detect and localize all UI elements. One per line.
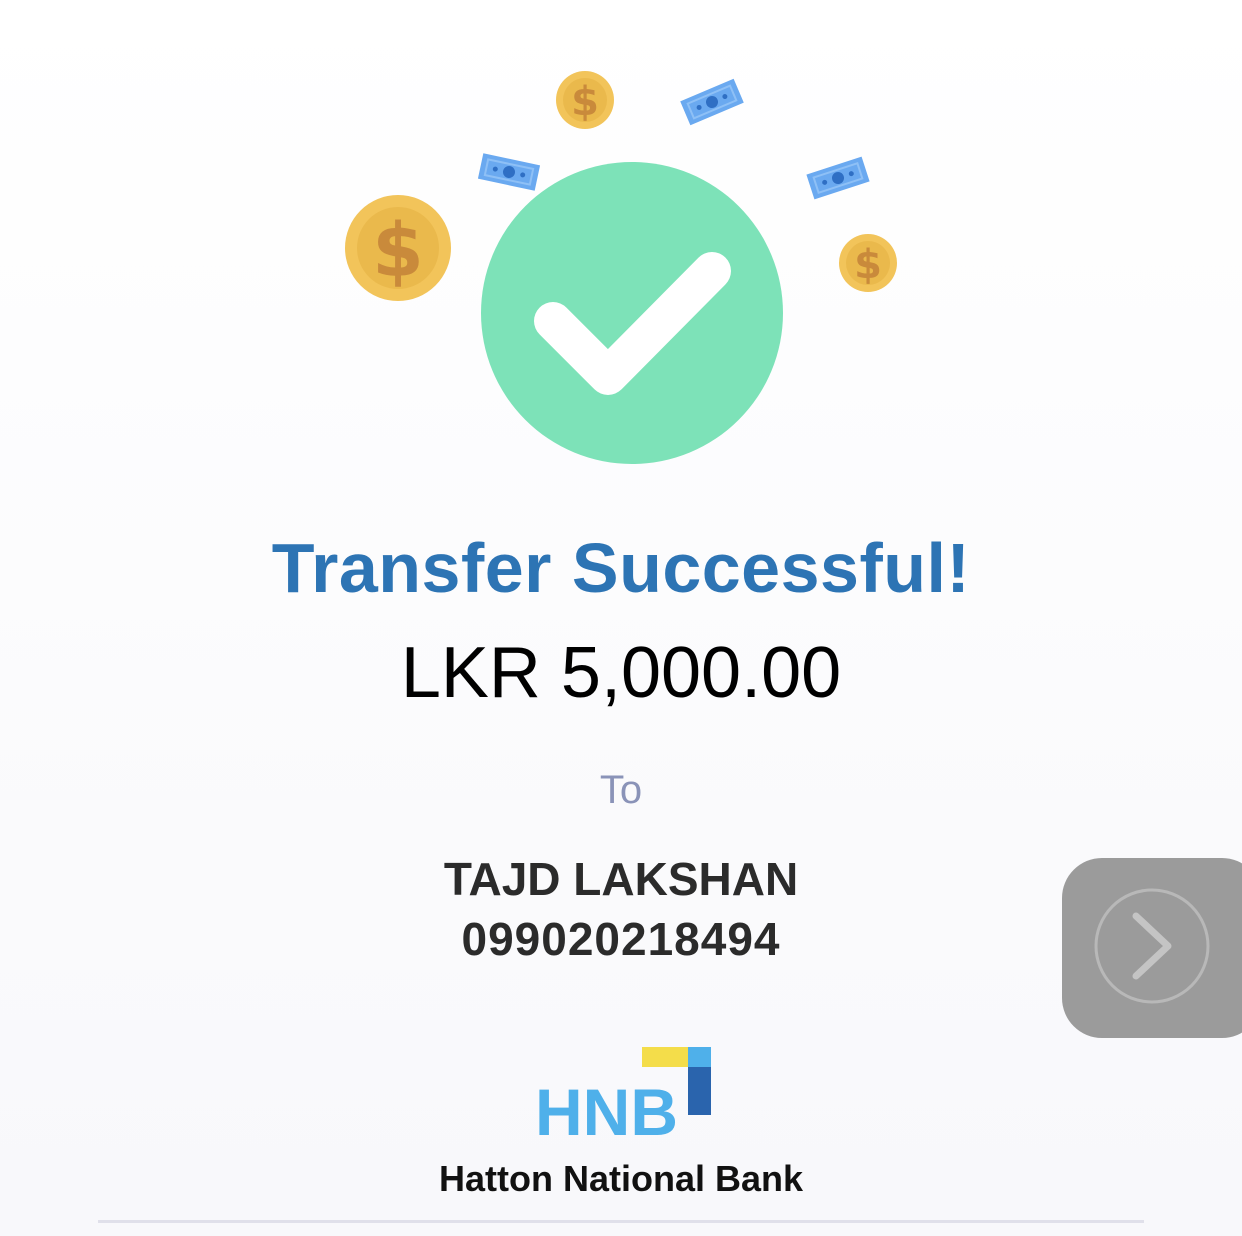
svg-text:$: $ — [571, 79, 599, 125]
transfer-amount: LKR 5,000.00 — [400, 633, 842, 713]
hnb-logo: HNB — [535, 1047, 711, 1140]
banknote-icon — [477, 153, 541, 191]
banknote-icon — [680, 78, 744, 126]
recipient-account-number: 099020218494 — [461, 913, 781, 965]
dollar-coin-icon: $ — [345, 195, 451, 301]
next-button[interactable] — [1062, 858, 1242, 1038]
dollar-coin-icon: $ — [839, 234, 897, 292]
check-circle-icon — [481, 162, 783, 464]
svg-text:$: $ — [854, 242, 882, 288]
bank-name: Hatton National Bank — [438, 1158, 804, 1199]
banknote-icon — [806, 156, 870, 200]
hnb-logo-text: HNB — [535, 1075, 678, 1140]
chevron-right-icon — [1094, 888, 1210, 1004]
dollar-coin-icon: $ — [556, 71, 614, 129]
recipient-name: TAJD LAKSHAN — [443, 853, 799, 905]
transfer-success-screen: $ $ $ Transfer Successful! LKR 5,000.00 … — [0, 0, 1242, 1236]
svg-text:$: $ — [372, 208, 424, 294]
divider — [98, 1220, 1144, 1223]
success-illustration: $ $ $ — [345, 71, 897, 464]
to-label: To — [599, 768, 643, 812]
transfer-status-title: Transfer Successful! — [271, 529, 971, 607]
